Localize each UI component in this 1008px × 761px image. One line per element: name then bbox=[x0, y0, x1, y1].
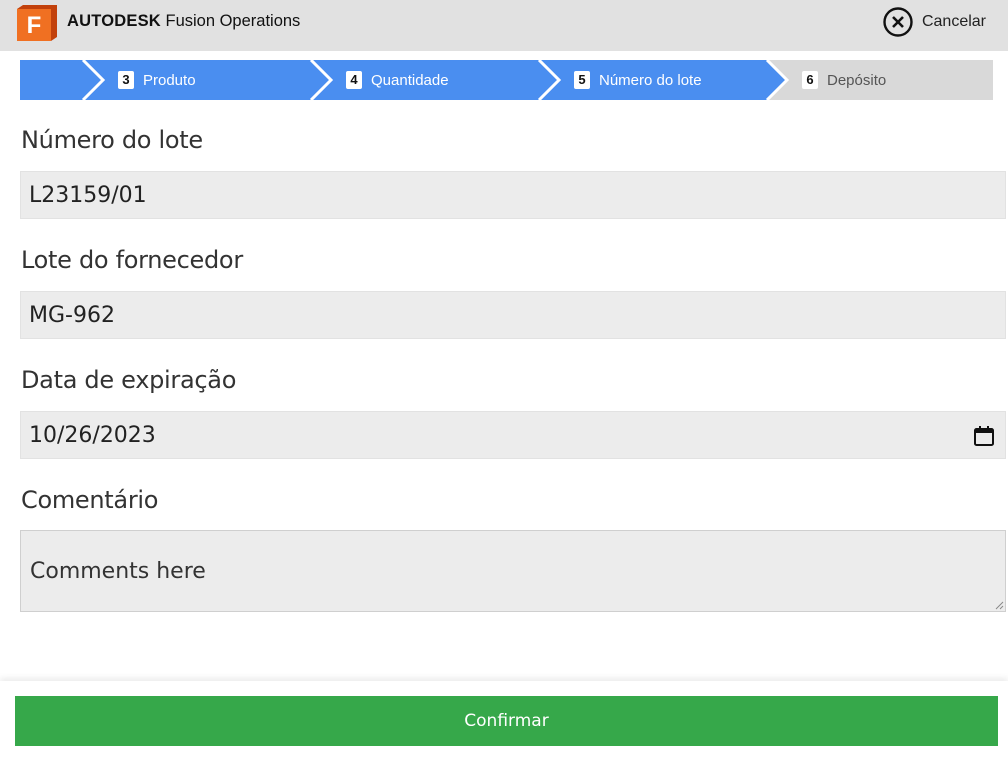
expiration-date-input[interactable]: 10/26/2023 bbox=[20, 411, 1006, 459]
lot-number-label: Número do lote bbox=[21, 126, 203, 154]
supplier-lot-input[interactable]: MG-962 bbox=[20, 291, 1006, 339]
step-number: 4 bbox=[346, 71, 362, 89]
step-label: Quantidade bbox=[371, 71, 449, 89]
resize-grip-icon[interactable] bbox=[994, 600, 1004, 610]
step-label: Produto bbox=[143, 71, 196, 89]
cancel-button[interactable]: Cancelar bbox=[883, 7, 986, 37]
comment-placeholder: Comments here bbox=[30, 559, 206, 584]
step-label: Número do lote bbox=[599, 71, 702, 89]
step-label: Depósito bbox=[827, 71, 887, 89]
expiration-date-value: 10/26/2023 bbox=[29, 422, 156, 448]
brand-product: Fusion Operations bbox=[165, 12, 301, 30]
brand-company: AUTODESK bbox=[67, 12, 161, 30]
step-deposito[interactable]: 6 Depósito bbox=[802, 60, 886, 100]
step-number: 5 bbox=[574, 71, 590, 89]
step-number: 6 bbox=[802, 71, 818, 89]
step-number: 3 bbox=[118, 71, 134, 89]
lot-number-value: L23159/01 bbox=[29, 182, 147, 208]
supplier-lot-value: MG-962 bbox=[29, 302, 115, 328]
svg-text:F: F bbox=[27, 12, 42, 39]
cancel-label: Cancelar bbox=[921, 13, 986, 30]
close-circle-icon bbox=[883, 7, 913, 37]
comment-label: Comentário bbox=[21, 486, 159, 514]
step-quantidade[interactable]: 4 Quantidade bbox=[346, 60, 449, 100]
lot-number-input[interactable]: L23159/01 bbox=[20, 171, 1006, 219]
step-produto[interactable]: 3 Produto bbox=[118, 60, 196, 100]
fusion-operations-logo-icon: F bbox=[17, 5, 57, 41]
footer-bar: Confirmar bbox=[0, 681, 1008, 761]
comment-textarea[interactable]: Comments here bbox=[20, 530, 1006, 612]
brand-title: AUTODESK Fusion Operations bbox=[67, 11, 300, 31]
step-numero-do-lote[interactable]: 5 Número do lote bbox=[574, 60, 702, 100]
calendar-icon[interactable] bbox=[973, 425, 995, 447]
confirm-button[interactable]: Confirmar bbox=[15, 696, 998, 746]
supplier-lot-label: Lote do fornecedor bbox=[21, 246, 243, 274]
progress-stepper: 3 Produto 4 Quantidade 5 Número do lote … bbox=[20, 60, 993, 100]
app-header: F AUTODESK Fusion Operations Cancelar bbox=[0, 0, 1008, 51]
expiration-date-label: Data de expiração bbox=[21, 366, 237, 394]
